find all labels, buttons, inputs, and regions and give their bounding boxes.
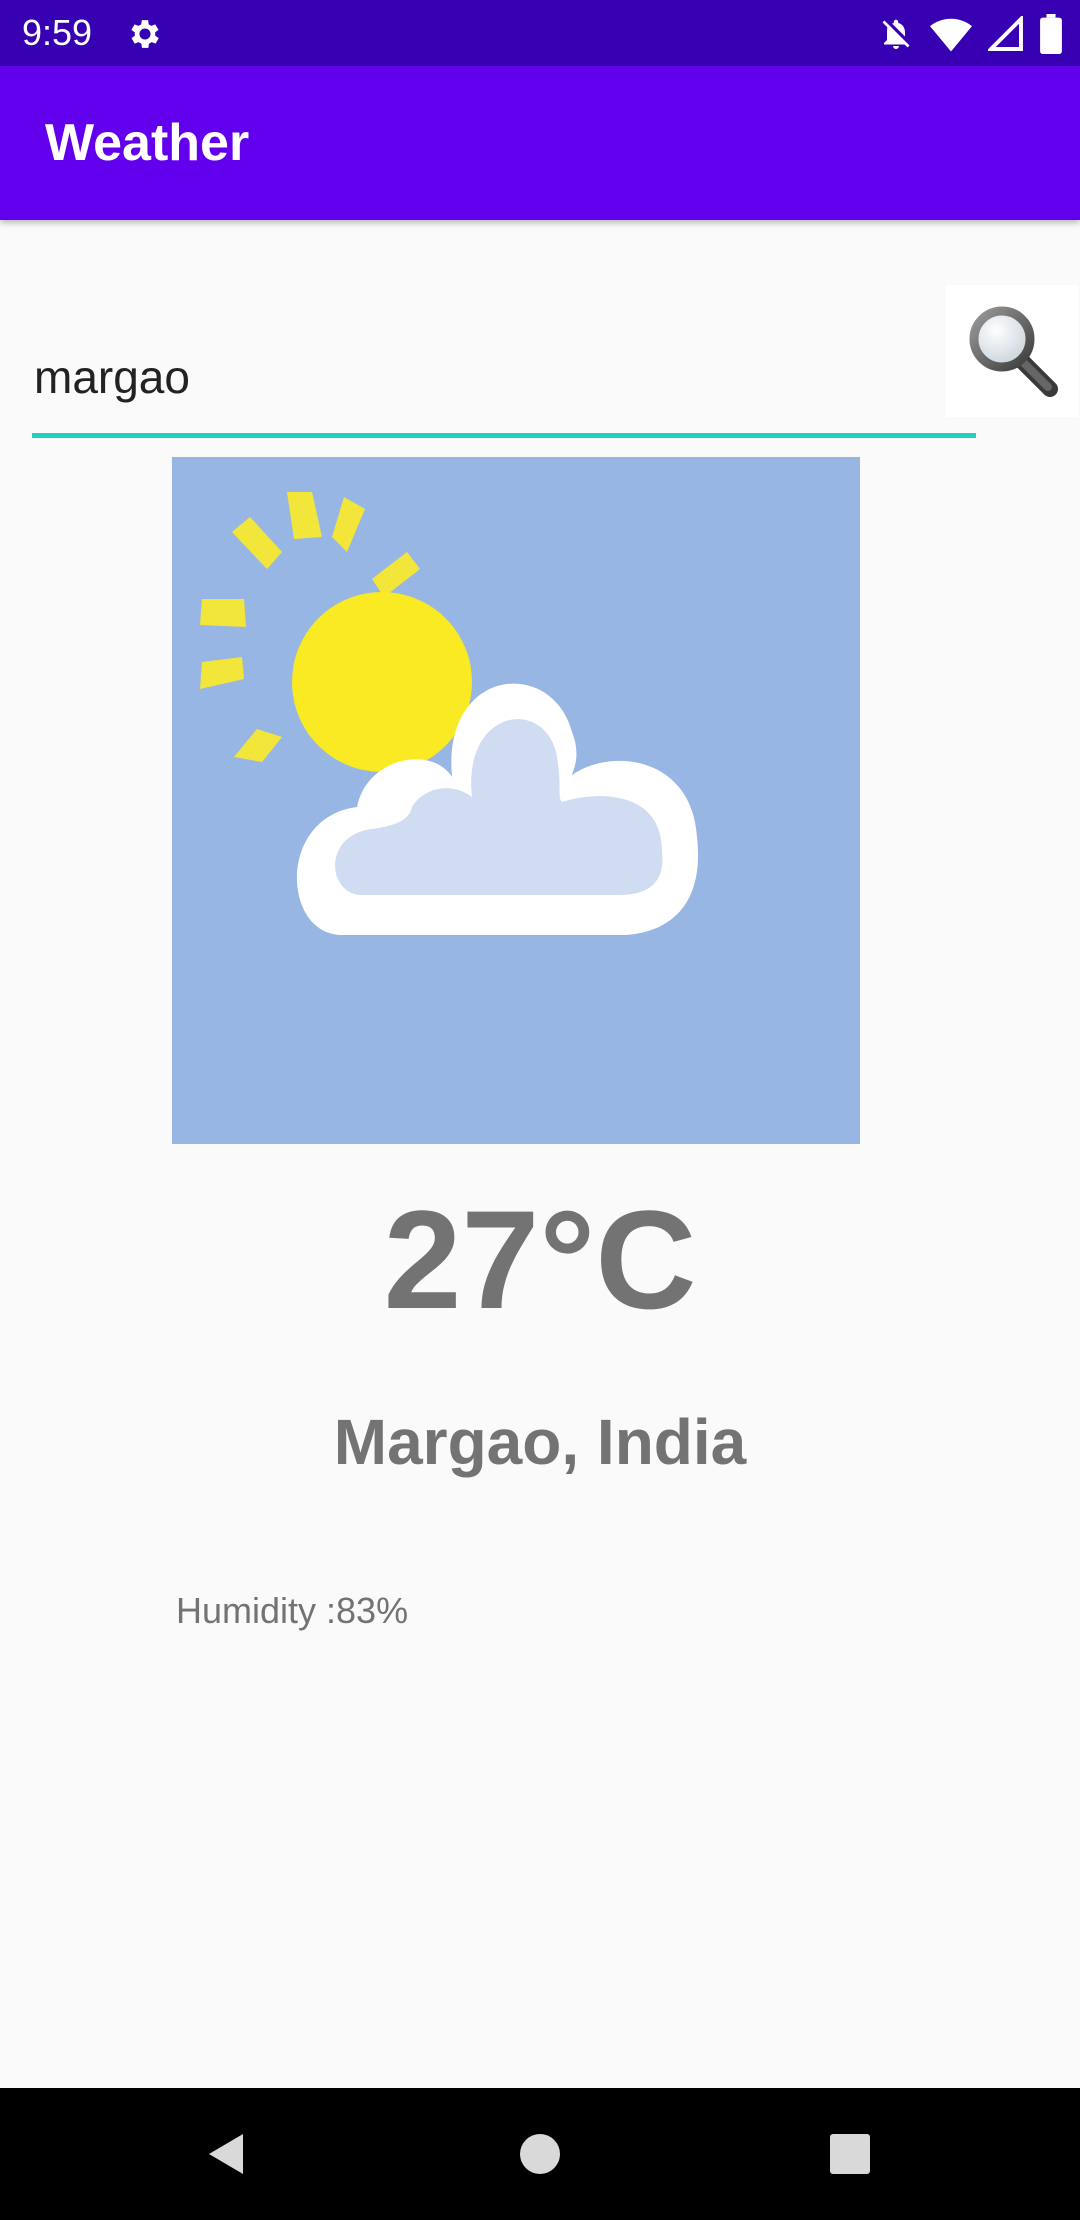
wifi-icon (930, 16, 972, 52)
navigation-bar (0, 2088, 1080, 2220)
status-bar: 9:59 (0, 0, 1080, 66)
app-bar: Weather (0, 66, 1080, 220)
city-search-input[interactable] (32, 320, 976, 438)
battery-icon (1040, 14, 1062, 54)
back-button[interactable] (160, 2088, 292, 2220)
signal-icon (988, 16, 1024, 52)
home-button[interactable] (474, 2088, 606, 2220)
humidity-text: Humidity :83% (176, 1590, 409, 1631)
search-button[interactable] (946, 285, 1078, 417)
gear-icon (126, 15, 164, 53)
status-time: 9:59 (22, 12, 93, 53)
partly-cloudy-icon (172, 492, 860, 1148)
location-text: Margao, India (333, 1406, 747, 1478)
weather-condition-image (172, 457, 860, 1144)
app-title: Weather (45, 114, 250, 172)
notifications-off-icon (878, 14, 914, 54)
recents-button[interactable] (784, 2088, 916, 2220)
temperature-text: 27°C (383, 1181, 697, 1338)
